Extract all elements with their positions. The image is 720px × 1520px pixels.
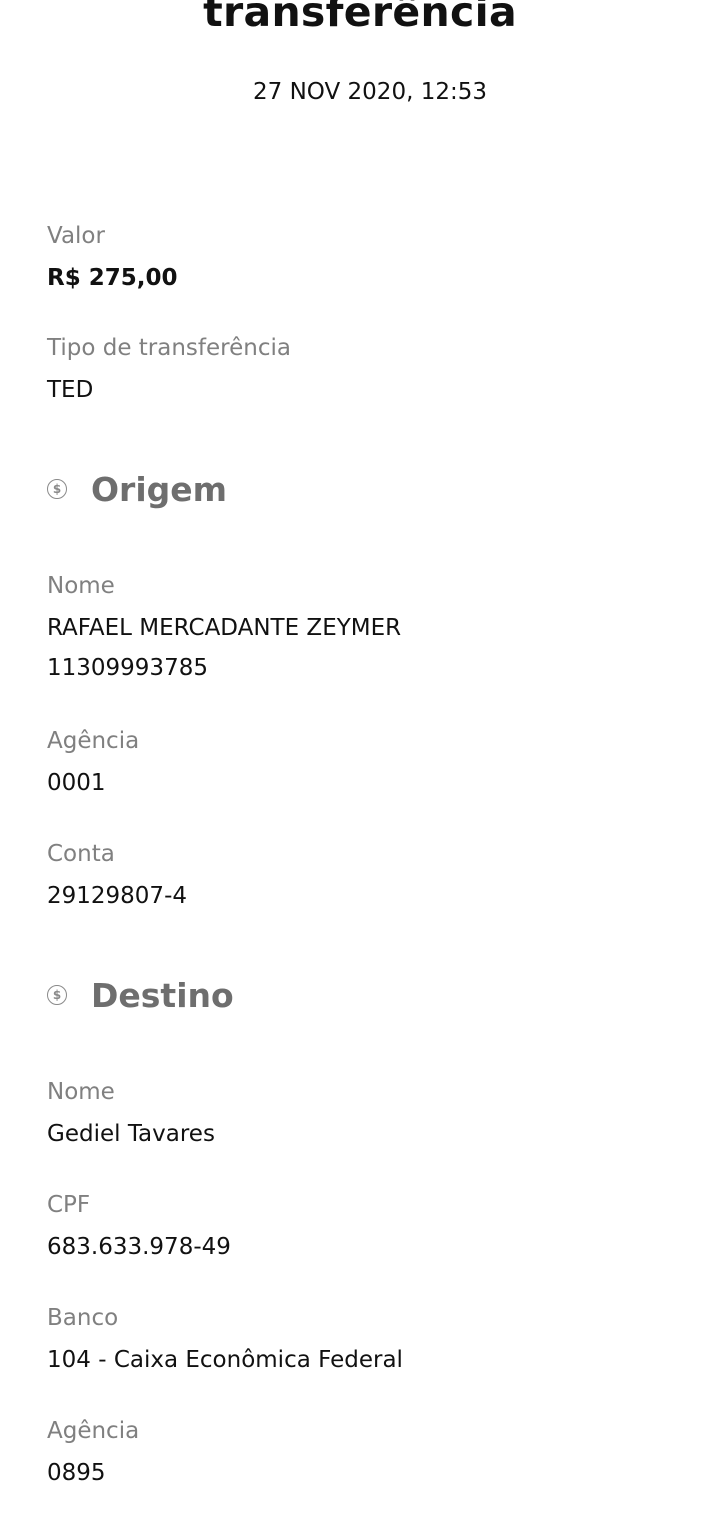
dollar-coin-icon: $ [47,479,67,499]
destination-name-label: Nome [47,1079,115,1105]
origin-name-label: Nome [47,573,115,599]
destination-section-header: $ Destino [47,975,234,1015]
origin-agency-value: 0001 [47,770,106,796]
destination-bank-value: 104 - Caixa Econômica Federal [47,1347,403,1373]
destination-agency-field: Agência 0895 [47,1409,687,1493]
amount-value: R$ 275,00 [47,265,178,291]
origin-account-field: Conta 29129807-4 [47,832,687,916]
origin-name-value: RAFAEL MERCADANTE ZEYMER [47,615,402,641]
destination-cpf-value: 683.633.978-49 [47,1234,231,1260]
page-title: transferência [203,0,517,36]
amount-label: Valor [47,223,105,249]
origin-account-value: 29129807-4 [47,883,187,909]
amount-field: Valor R$ 275,00 [47,214,687,298]
destination-agency-value: 0895 [47,1460,106,1486]
origin-document-value: 11309993785 [47,655,208,681]
destination-agency-label: Agência [47,1418,140,1444]
origin-name-field: Nome RAFAEL MERCADANTE ZEYMER 1130999378… [47,564,687,688]
destination-name-field: Nome Gediel Tavares [47,1070,687,1154]
destination-cpf-label: CPF [47,1192,91,1218]
origin-section-header: $ Origem [47,469,227,509]
origin-agency-field: Agência 0001 [47,719,687,803]
destination-section-title: Destino [91,975,234,1015]
origin-agency-label: Agência [47,728,140,754]
destination-bank-label: Banco [47,1305,119,1331]
transfer-type-label: Tipo de transferência [47,335,291,361]
origin-account-label: Conta [47,841,115,867]
transfer-type-value: TED [47,377,94,403]
dollar-coin-icon: $ [47,985,67,1005]
destination-name-value: Gediel Tavares [47,1121,215,1147]
destination-bank-field: Banco 104 - Caixa Econômica Federal [47,1296,687,1380]
origin-section-title: Origem [91,469,228,509]
transfer-type-field: Tipo de transferência TED [47,326,687,410]
transfer-datetime: 27 NOV 2020, 12:53 [253,79,487,105]
destination-cpf-field: CPF 683.633.978-49 [47,1183,687,1267]
